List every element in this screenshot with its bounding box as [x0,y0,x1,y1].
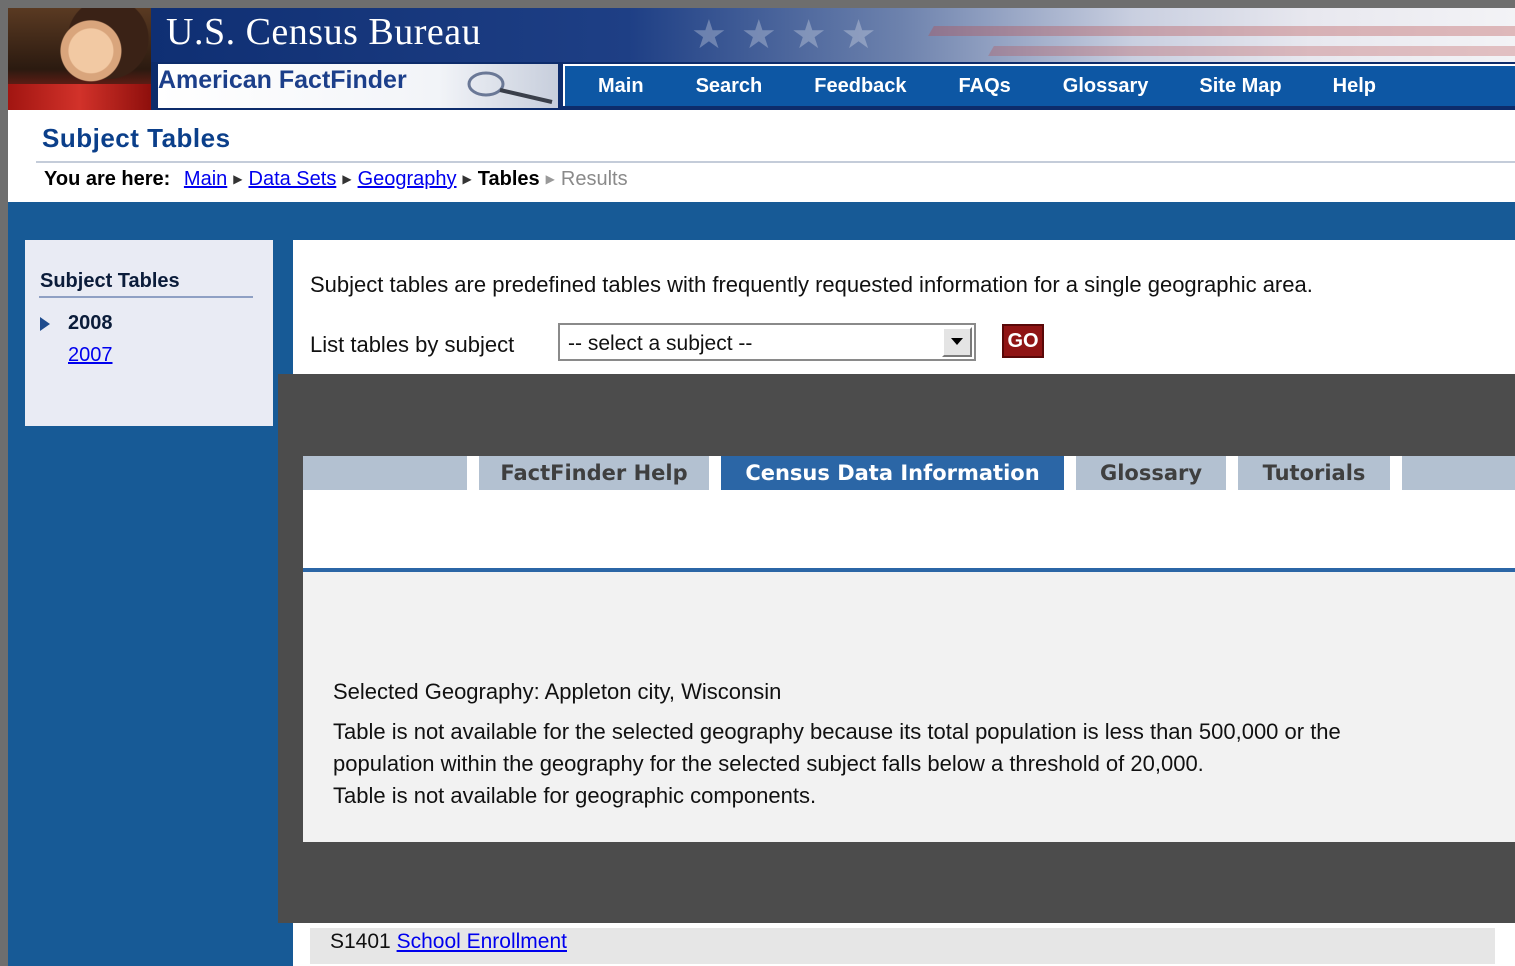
help-tab-bar: FactFinder Help Census Data Information … [303,456,1515,490]
message-line: Table is not available for the selected … [333,719,1341,744]
subject-select-value: -- select a subject -- [568,332,753,355]
sidebar-item-2007[interactable]: 2007 [68,344,113,367]
dropdown-arrow-icon[interactable] [942,327,972,357]
table-row: S1401 School Enrollment [330,930,567,954]
tab-glossary[interactable]: Glossary [1076,456,1226,490]
breadcrumb-main-link[interactable]: Main [184,168,227,190]
nav-feedback[interactable]: Feedback [814,75,906,98]
selected-arrow-icon [40,317,50,331]
tab-census-data-information[interactable]: Census Data Information [721,456,1064,490]
nav-faqs[interactable]: FAQs [959,75,1011,98]
breadcrumb-next: Results [560,168,628,190]
help-overlay: FactFinder Help Census Data Information … [278,374,1515,923]
dialog-header [303,490,1515,568]
nav-search[interactable]: Search [696,75,763,98]
tab-tutorials[interactable]: Tutorials [1238,456,1390,490]
table-link[interactable]: School Enrollment [397,930,567,953]
nav-main[interactable]: Main [598,75,644,98]
nav-help[interactable]: Help [1333,75,1376,98]
table-code: S1401 [330,930,391,953]
sidebar-heading: Subject Tables [40,270,180,292]
header-photo [8,8,151,110]
message-line: population within the geography for the … [333,751,1204,776]
page-title: Subject Tables [42,123,231,153]
breadcrumb-label: You are here: [44,168,171,190]
magnifier-logo-icon [467,71,553,104]
sidebar-divider [39,296,253,298]
breadcrumb-arrow-icon: ▶ [342,172,352,186]
message-line: Table is not available for geographic co… [333,783,817,808]
selected-geography: Selected Geography: Appleton city, Wisco… [333,679,782,704]
dialog-message-area: Selected Geography: Appleton city, Wisco… [303,572,1515,842]
site-header: ★★★★ U.S. Census Bureau American FactFin… [8,8,1515,110]
subject-select-label: List tables by subject [310,332,515,357]
nav-site-map[interactable]: Site Map [1199,75,1281,98]
factfinder-logo-text[interactable]: American FactFinder [158,66,407,95]
main-nav: Main Search Feedback FAQs Glossary Site … [563,64,1515,106]
nav-glossary[interactable]: Glossary [1063,75,1149,98]
breadcrumb-data-sets-link[interactable]: Data Sets [249,168,337,190]
go-button[interactable]: GO [1002,324,1044,358]
sidebar: Subject Tables 2008 2007 [25,240,273,426]
flag-stars-decoration: ★★★★ [691,12,891,58]
sidebar-item-2008: 2008 [68,312,113,334]
tab-factfinder-help[interactable]: FactFinder Help [479,456,709,490]
title-divider [36,161,1515,163]
breadcrumb-current: Tables [477,168,540,190]
breadcrumb-arrow-icon: ▶ [233,172,243,186]
site-title: U.S. Census Bureau [166,11,482,53]
breadcrumb: You are here: Main ▶ Data Sets ▶ Geography ▶ T… [44,168,628,191]
intro-text: Subject tables are predefined tables wit… [310,272,1313,297]
breadcrumb-geography-link[interactable]: Geography [358,168,457,190]
breadcrumb-arrow-icon: ▶ [462,172,472,186]
breadcrumb-arrow-icon: ▶ [545,172,555,186]
subject-select[interactable]: -- select a subject -- [558,323,976,361]
